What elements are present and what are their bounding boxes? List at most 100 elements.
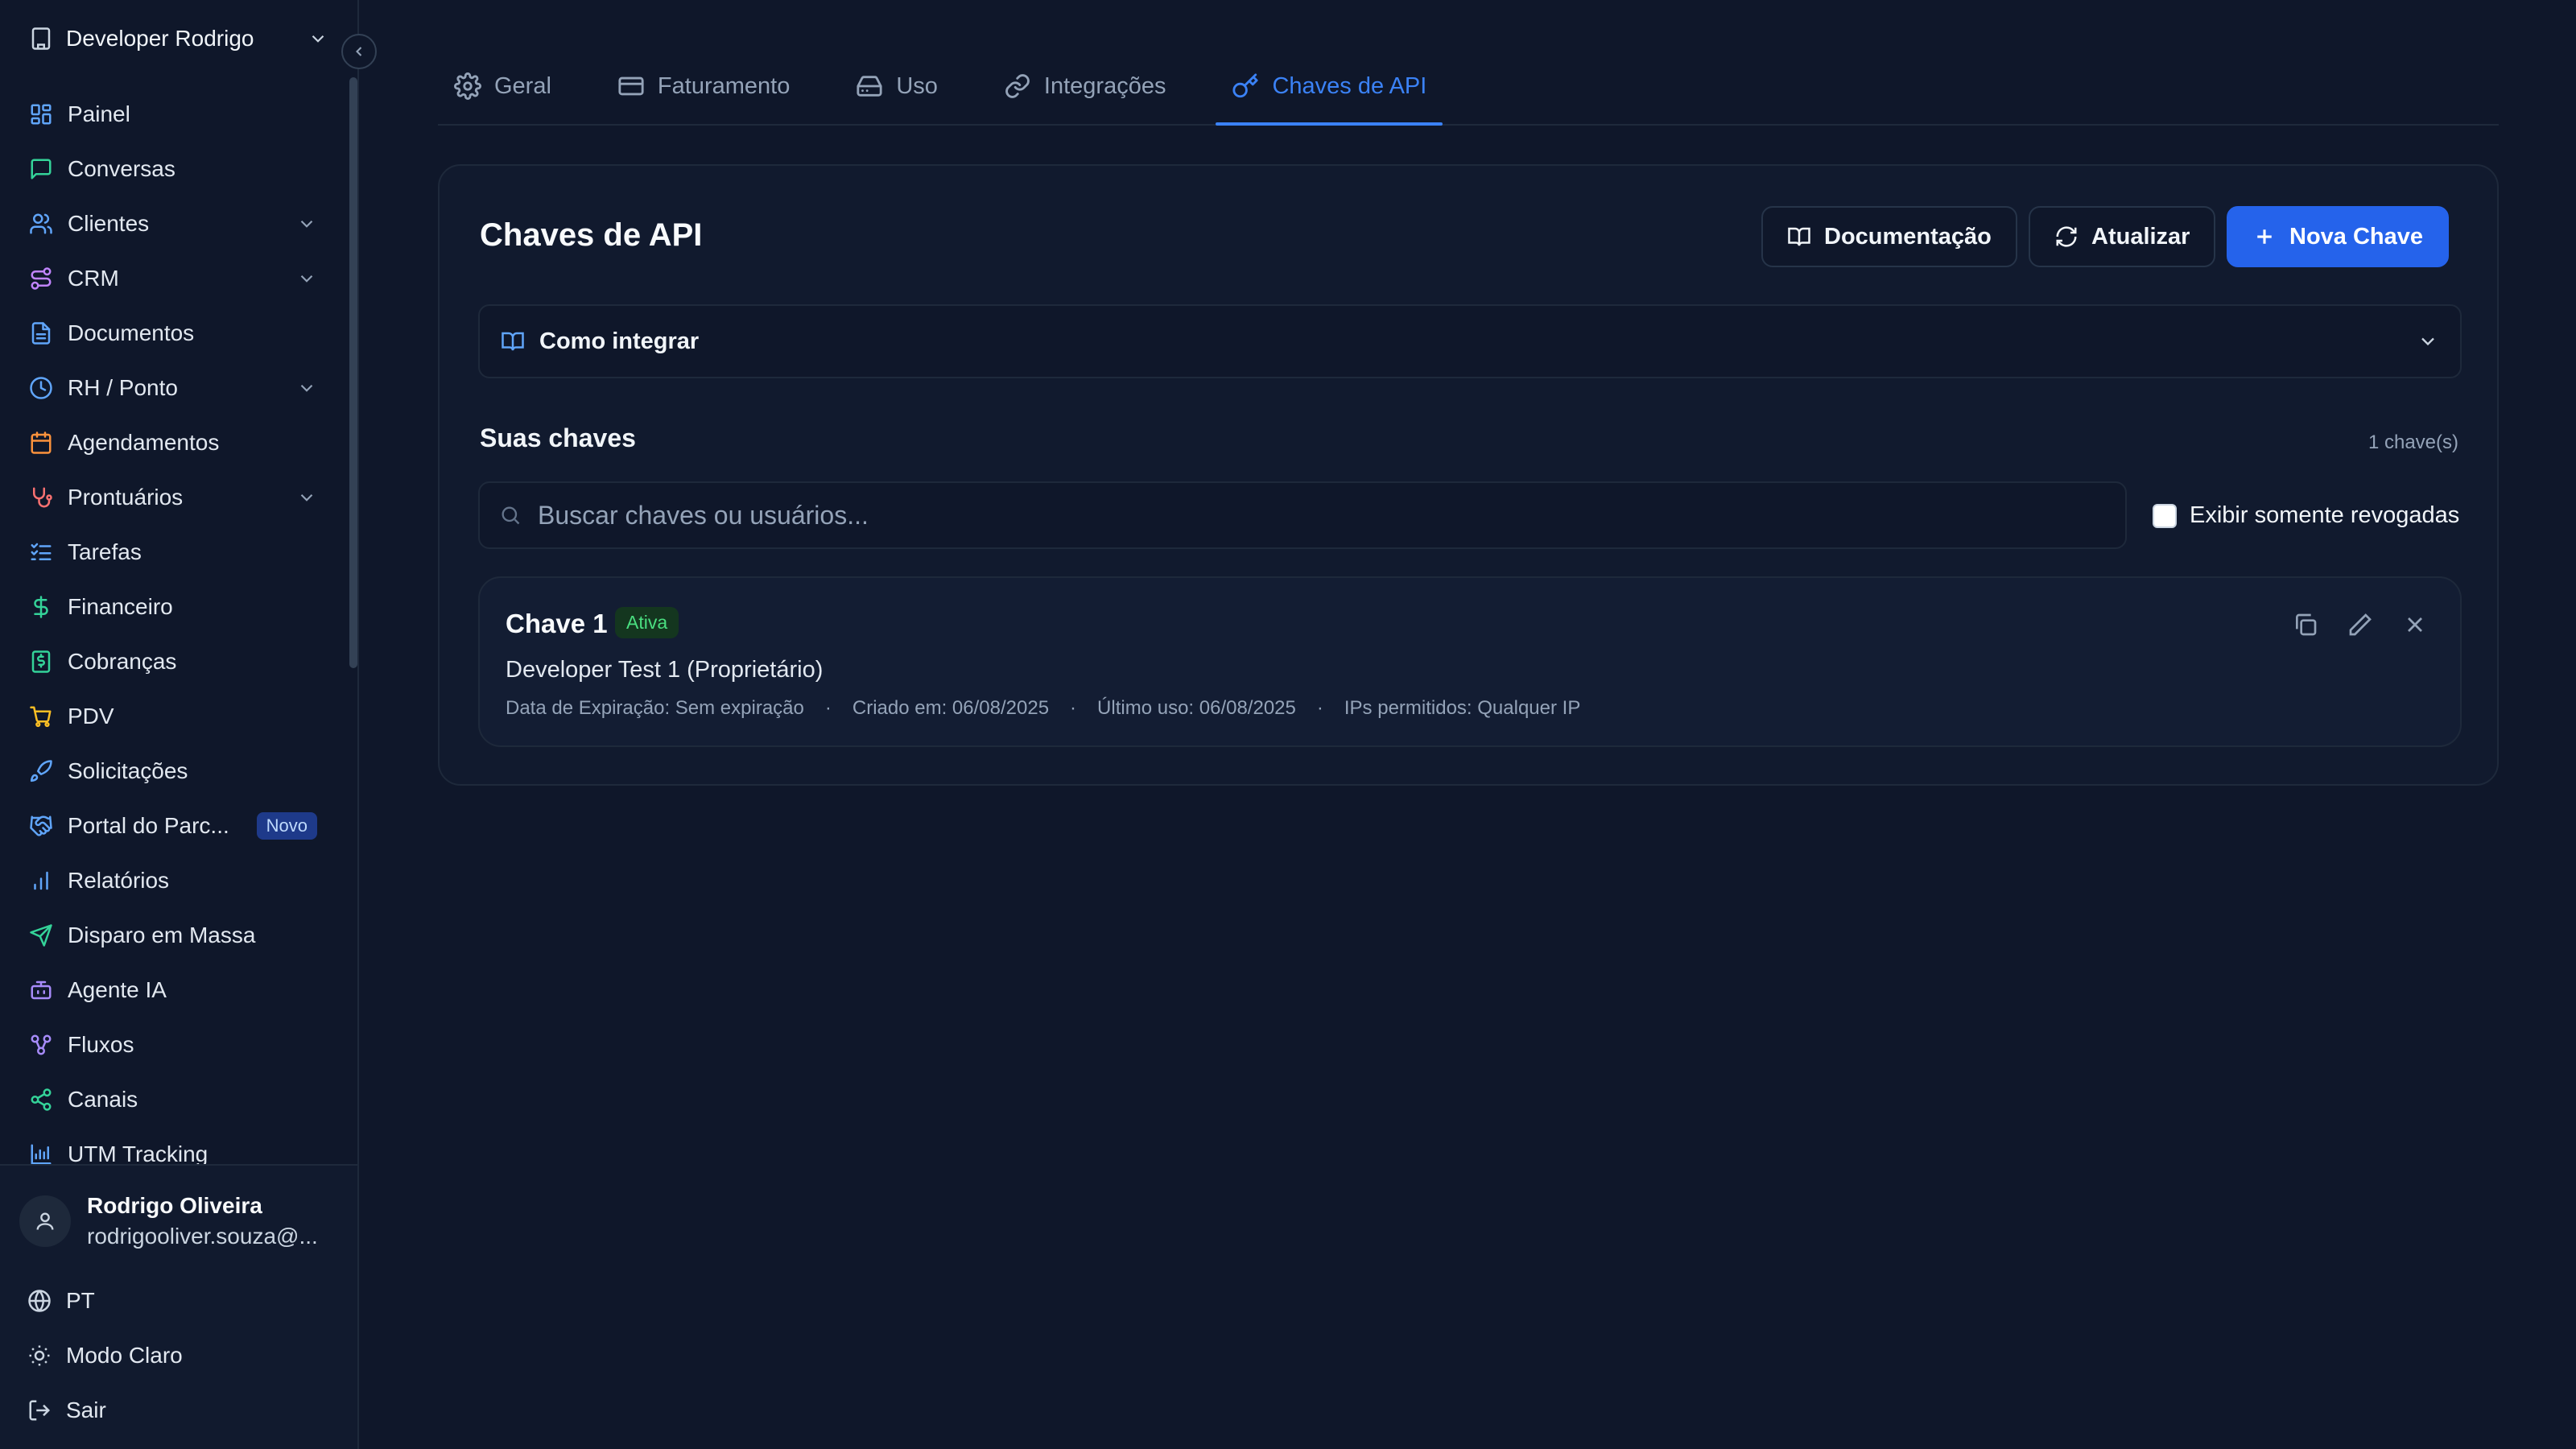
sidebar-item-rh-ponto[interactable]: RH / Ponto [19, 361, 327, 415]
logout-icon [29, 1400, 51, 1421]
key-icon [1232, 73, 1259, 98]
chart-icon [31, 1144, 52, 1165]
sidebar-item-relat-rios[interactable]: Relatórios [19, 853, 327, 908]
calendar-icon [31, 431, 52, 454]
sidebar-item-label: Cobranças [68, 649, 177, 674]
user-profile[interactable]: Rodrigo Oliveira rodrigooliver.souza@... [19, 1193, 318, 1249]
sidebar-item-cobran-as[interactable]: Cobranças [19, 634, 327, 689]
plus-icon [2257, 229, 2272, 244]
sidebar-item-conversas[interactable]: Conversas [19, 142, 327, 196]
sidebar-item-label: Clientes [68, 211, 150, 236]
user-icon [36, 1212, 54, 1230]
sidebar-item-canais[interactable]: Canais [19, 1072, 327, 1127]
org-name: Developer Rodrigo [66, 26, 254, 51]
tab-faturamento[interactable]: Faturamento [601, 48, 806, 124]
sidebar-item-pdv[interactable]: PDV [19, 689, 327, 744]
page-title: Chaves de API [480, 217, 703, 253]
tab-integra-es[interactable]: Integrações [988, 48, 1183, 124]
chevron-down-icon [300, 220, 313, 228]
sidebar-item-label: Relatórios [68, 868, 170, 893]
sidebar-footer: Rodrigo Oliveira rodrigooliver.souza@...… [0, 1164, 357, 1449]
dashboard-icon [31, 104, 52, 125]
key-meta: Data de Expiração: Sem expiração · Criad… [506, 697, 1580, 720]
key-owner: Developer Test 1 (Proprietário) [506, 657, 824, 683]
sidebar-item-clientes[interactable]: Clientes [19, 196, 327, 251]
sidebar-item-disparo-em-massa[interactable]: Disparo em Massa [19, 908, 327, 963]
theme-toggle[interactable]: Modo Claro [27, 1343, 183, 1368]
route-icon [31, 267, 52, 290]
sidebar-item-label: Solicitações [68, 758, 188, 783]
sun-icon [29, 1345, 50, 1366]
sidebar-item-financeiro[interactable]: Financeiro [19, 580, 327, 634]
sidebar-item-label: Disparo em Massa [68, 923, 256, 947]
workflow-icon [31, 1034, 52, 1055]
sidebar-item-painel[interactable]: Painel [19, 87, 327, 142]
docs-button-label: Documentação [1824, 223, 1992, 250]
search-icon [502, 506, 520, 525]
tasks-icon [31, 543, 52, 560]
cart-icon [30, 706, 52, 728]
docs-button[interactable]: Documentação [1761, 206, 2017, 267]
tab-label: Uso [896, 72, 938, 99]
tab-geral[interactable]: Geral [438, 48, 568, 124]
logout-button[interactable]: Sair [27, 1397, 106, 1423]
tab-label: Integrações [1043, 72, 1166, 99]
how-to-integrate-accordion[interactable]: Como integrar [478, 304, 2462, 378]
user-name: Rodrigo Oliveira [87, 1193, 262, 1218]
chat-icon [31, 159, 52, 180]
sidebar-item-prontu-rios[interactable]: Prontuários [19, 470, 327, 525]
sidebar-item-agendamentos[interactable]: Agendamentos [19, 415, 327, 470]
sidebar-item-label: Tarefas [68, 539, 142, 564]
sidebar-item-fluxos[interactable]: Fluxos [19, 1018, 327, 1072]
sidebar-item-label: PDV [68, 704, 114, 729]
bot-icon [31, 980, 52, 1000]
org-switcher[interactable]: Developer Rodrigo [19, 19, 338, 58]
sidebar-item-documentos[interactable]: Documentos [19, 306, 327, 361]
logout-label: Sair [66, 1397, 106, 1422]
search-input[interactable] [538, 500, 2106, 530]
user-email: rodrigooliver.souza@... [87, 1224, 318, 1249]
bar-chart-icon [34, 871, 48, 890]
edit-icon[interactable] [2347, 612, 2373, 638]
revoke-icon[interactable] [2402, 612, 2428, 638]
refresh-button-label: Atualizar [2091, 223, 2190, 250]
theme-label: Modo Claro [66, 1343, 183, 1368]
sidebar-item-label: Canais [68, 1087, 138, 1112]
book-open-icon [502, 332, 524, 351]
dollar-icon [34, 596, 48, 618]
new-key-button[interactable]: Nova Chave [2227, 206, 2450, 267]
sidebar-item-crm[interactable]: CRM [19, 251, 327, 306]
sidebar-item-label: Financeiro [68, 594, 173, 619]
send-icon [30, 924, 52, 947]
sidebar-item-label: Agendamentos [68, 430, 220, 455]
keys-section-title: Suas chaves [480, 423, 636, 452]
sidebar-scrollbar[interactable] [349, 77, 357, 668]
sidebar-item-label: Agente IA [68, 977, 167, 1002]
gear-icon [454, 72, 481, 100]
chevron-down-icon [300, 275, 313, 283]
refresh-button[interactable]: Atualizar [2029, 206, 2216, 267]
language-switcher[interactable]: PT [27, 1288, 95, 1314]
chevron-down-icon [300, 384, 313, 392]
sidebar-item-tarefas[interactable]: Tarefas [19, 525, 327, 580]
separator: · [1316, 697, 1323, 719]
status-badge: Ativa [615, 607, 679, 638]
show-revoked-checkbox[interactable] [2153, 503, 2177, 528]
sidebar-item-label: CRM [68, 266, 119, 291]
collapse-sidebar-button[interactable] [341, 34, 377, 69]
building-icon [31, 27, 51, 50]
chevron-down-icon [2421, 337, 2434, 346]
tab-chaves-de-api[interactable]: Chaves de API [1216, 48, 1443, 126]
tab-uso[interactable]: Uso [840, 48, 954, 124]
sidebar-item-solicita-es[interactable]: Solicitações [19, 744, 327, 799]
credit-card-icon [618, 76, 644, 96]
sidebar-item-agente-ia[interactable]: Agente IA [19, 963, 327, 1018]
accordion-label: Como integrar [539, 328, 700, 354]
receipt-icon [31, 650, 51, 673]
users-icon [30, 213, 52, 234]
sidebar-item-label: Painel [68, 101, 130, 126]
show-revoked-toggle[interactable]: Exibir somente revogadas [2153, 502, 2459, 529]
sidebar-item-portal-do-parc[interactable]: Portal do Parc... Novo [19, 799, 327, 853]
copy-icon[interactable] [2293, 612, 2318, 638]
language-label: PT [66, 1288, 95, 1313]
